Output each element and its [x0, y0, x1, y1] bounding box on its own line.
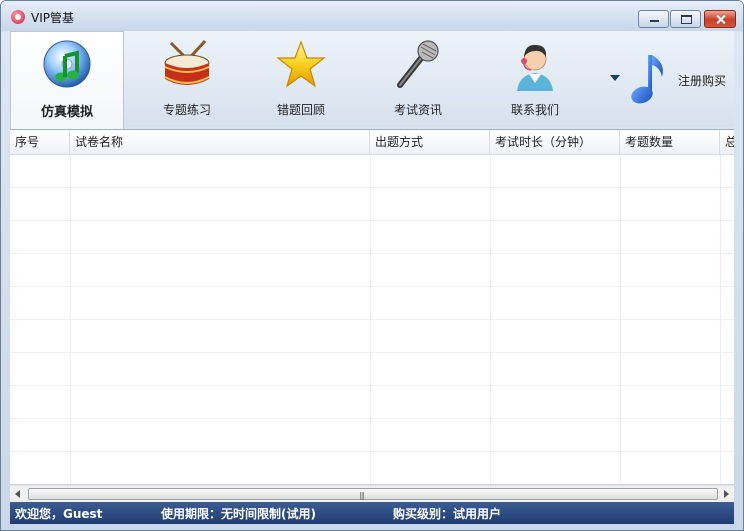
- horizontal-scrollbar[interactable]: |||: [10, 485, 734, 502]
- exam-paper-table: 序号 试卷名称 出题方式 考试时长（分钟） 考题数量 总: [10, 129, 734, 484]
- scroll-right-arrow-icon[interactable]: [718, 486, 734, 502]
- table-row[interactable]: [10, 155, 734, 188]
- scrollbar-grip-icon: |||: [359, 491, 365, 500]
- more-dropdown-icon[interactable]: [610, 75, 620, 81]
- music-note-icon[interactable]: [626, 51, 676, 107]
- table-row[interactable]: [10, 386, 734, 419]
- table-row[interactable]: [10, 188, 734, 221]
- toolbar-item-simulation[interactable]: 仿真模拟: [10, 31, 124, 129]
- column-header-question-count[interactable]: 考题数量: [620, 130, 720, 154]
- toolbar-item-topic-practice[interactable]: 专题练习: [130, 31, 244, 127]
- scroll-left-arrow-icon[interactable]: [10, 486, 26, 502]
- star-icon: [276, 40, 326, 88]
- column-header-index[interactable]: 序号: [10, 130, 70, 154]
- table-row[interactable]: [10, 452, 734, 484]
- column-header-duration[interactable]: 考试时长（分钟）: [490, 130, 620, 154]
- table-row[interactable]: [10, 254, 734, 287]
- scrollbar-thumb[interactable]: |||: [28, 488, 718, 500]
- column-header-paper-name[interactable]: 试卷名称: [70, 130, 370, 154]
- register-buy-link[interactable]: 注册购买: [678, 72, 726, 89]
- contact-person-icon: [517, 44, 553, 91]
- toolbar-item-label: 专题练习: [162, 103, 211, 117]
- toolbar-item-exam-news[interactable]: 考试资讯: [361, 31, 475, 127]
- maximize-button[interactable]: [670, 10, 701, 28]
- cd-music-icon: [43, 40, 91, 88]
- table-row[interactable]: [10, 221, 734, 254]
- app-window: VIP管基 仿真模拟 专题练习 错题回顾 考试资讯 联系我们 注册购买 序号 试…: [0, 0, 744, 531]
- table-row[interactable]: [10, 320, 734, 353]
- column-header-question-mode[interactable]: 出题方式: [370, 130, 490, 154]
- minimize-button[interactable]: [638, 10, 669, 28]
- table-row[interactable]: [10, 353, 734, 386]
- close-button[interactable]: [704, 10, 736, 28]
- toolbar-item-wrong-review[interactable]: 错题回顾: [244, 31, 358, 127]
- column-header-total[interactable]: 总: [720, 130, 734, 154]
- app-logo-icon: [11, 10, 25, 24]
- toolbar-item-label: 考试资讯: [393, 103, 442, 117]
- table-header: 序号 试卷名称 出题方式 考试时长（分钟） 考题数量 总: [10, 130, 734, 155]
- toolbar-item-label: 联系我们: [510, 103, 559, 117]
- table-row[interactable]: [10, 287, 734, 320]
- table-row[interactable]: [10, 419, 734, 452]
- toolbar-item-label: 仿真模拟: [40, 105, 93, 120]
- welcome-text: 欢迎您，Guest: [15, 507, 103, 521]
- window-title: VIP管基: [31, 11, 74, 25]
- toolbar-item-label: 错题回顾: [276, 103, 325, 117]
- drum-icon: [164, 39, 210, 85]
- purchase-level-text: 购买级别：试用用户: [393, 507, 502, 521]
- microphone-icon: [397, 40, 439, 88]
- title-bar: VIP管基: [1, 1, 743, 31]
- usage-period-text: 使用期限：无时间限制(试用): [161, 507, 316, 521]
- main-toolbar: 仿真模拟 专题练习 错题回顾 考试资讯 联系我们 注册购买: [10, 31, 734, 129]
- status-bar: 欢迎您，Guest 使用期限：无时间限制(试用) 购买级别：试用用户: [10, 502, 734, 524]
- toolbar-item-contact[interactable]: 联系我们: [478, 31, 592, 127]
